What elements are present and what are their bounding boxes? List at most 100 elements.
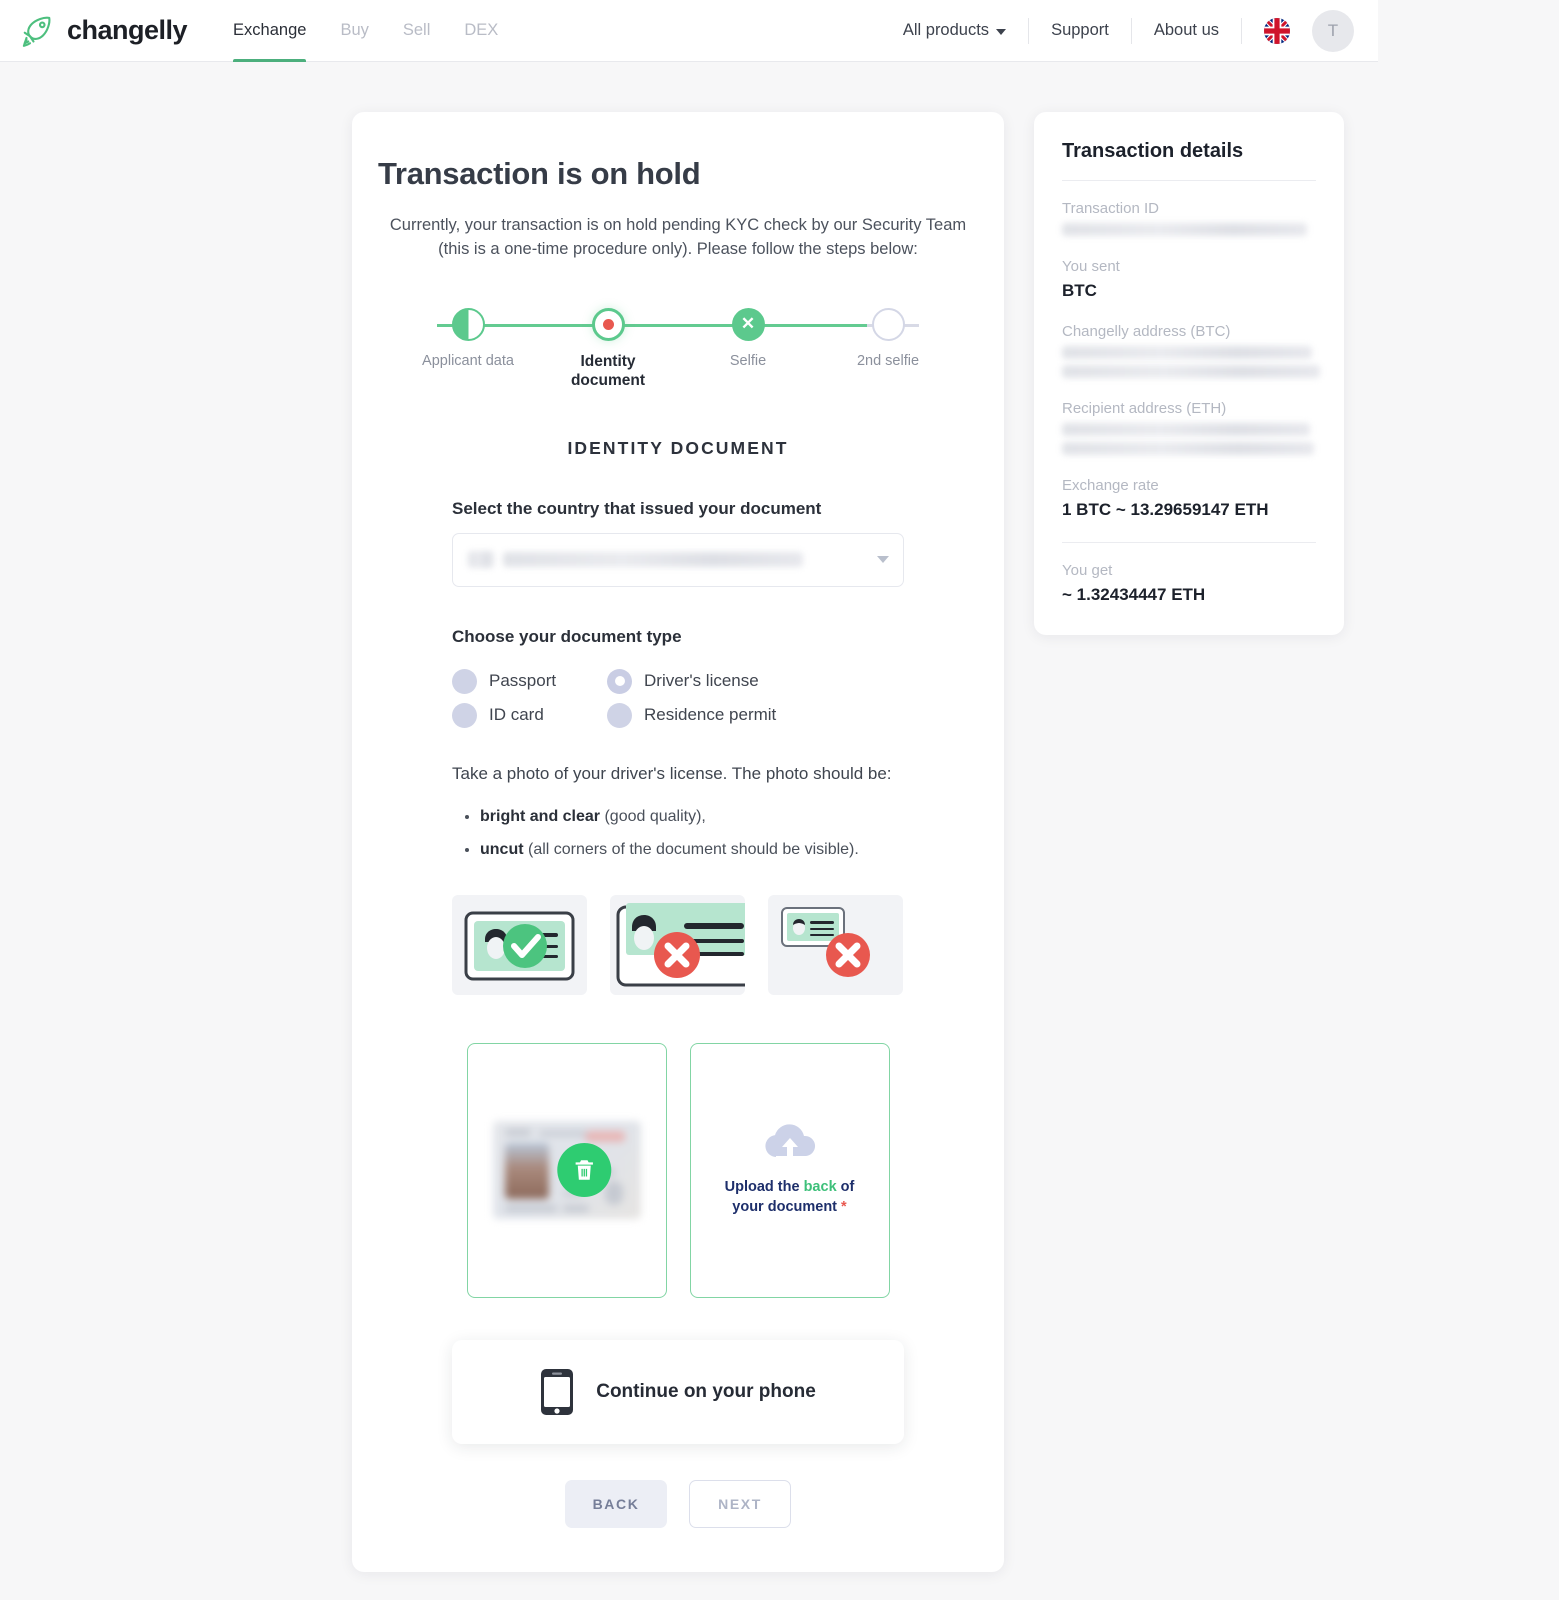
doc-type-label: Choose your document type — [452, 626, 682, 646]
radio-id-card[interactable]: ID card — [452, 702, 607, 728]
radio-label: Passport — [489, 671, 557, 691]
radio-drivers-license[interactable]: Driver's license — [607, 668, 904, 694]
divider — [1062, 180, 1316, 181]
recipient-address-block: Recipient address (ETH) — [1062, 400, 1316, 455]
step-selfie[interactable]: ✕ Selfie — [693, 307, 803, 391]
caret-down-icon — [877, 556, 889, 564]
changelly-address-block: Changelly address (BTC) — [1062, 323, 1320, 378]
support-link[interactable]: Support — [1029, 21, 1131, 40]
page-title: Transaction is on hold — [378, 156, 701, 191]
country-flag-icon — [468, 551, 494, 569]
avatar[interactable]: T — [1312, 9, 1354, 52]
country-select[interactable] — [452, 532, 904, 587]
recipient-address-label: Recipient address (ETH) — [1062, 400, 1227, 417]
you-get-value: ~ 1.32434447 ETH — [1062, 585, 1206, 604]
continue-on-phone-button[interactable]: Continue on your phone — [452, 1339, 904, 1444]
app-root: changelly Exchange Buy Sell DEX All prod… — [0, 0, 1559, 1600]
requirement-detail: (good quality), — [600, 808, 706, 826]
radio-dot-icon — [452, 668, 477, 694]
step-2nd-selfie[interactable]: 2nd selfie — [833, 307, 943, 391]
step-label: Identity document — [570, 352, 646, 390]
page-subtitle: Currently, your transaction is on hold p… — [389, 216, 967, 258]
check-icon — [503, 923, 547, 968]
step-dot-half-icon — [451, 307, 485, 341]
all-products-menu[interactable]: All products — [881, 21, 1028, 40]
radio-dot-icon — [452, 702, 477, 728]
upload-back-label: Upload the back of your document * — [707, 1177, 872, 1218]
cloud-upload-icon — [764, 1124, 815, 1157]
photo-instructions: Take a photo of your driver's license. T… — [452, 763, 892, 783]
photo-requirements-list: bright and clear (good quality), uncut (… — [480, 805, 904, 860]
radio-dot-icon — [607, 702, 632, 728]
mobile-phone-icon — [541, 1368, 574, 1415]
required-mark: * — [841, 1199, 847, 1216]
changelly-address-label: Changelly address (BTC) — [1062, 323, 1231, 340]
example-small — [768, 894, 903, 995]
about-us-link[interactable]: About us — [1132, 21, 1241, 40]
radio-residence-permit[interactable]: Residence permit — [607, 702, 904, 728]
upload-front-dropzone[interactable] — [466, 1042, 667, 1298]
list-item: uncut (all corners of the document shoul… — [480, 838, 904, 861]
kyc-card: Transaction is on hold Currently, your t… — [352, 112, 1004, 1572]
nav-item-sell[interactable]: Sell — [403, 0, 431, 62]
step-identity-document[interactable]: Identity document — [553, 307, 663, 391]
list-item: bright and clear (good quality), — [480, 805, 904, 828]
radio-label: ID card — [489, 705, 544, 725]
nav-item-dex[interactable]: DEX — [464, 0, 498, 62]
transaction-id-block: Transaction ID — [1062, 200, 1316, 236]
exchange-rate-label: Exchange rate — [1062, 477, 1159, 494]
recipient-address-value — [1062, 423, 1310, 436]
changelly-address-value-2 — [1062, 365, 1320, 378]
all-products-label: All products — [902, 21, 990, 39]
recipient-address-value-2 — [1062, 442, 1314, 455]
you-sent-value: BTC — [1062, 281, 1097, 300]
next-button[interactable]: NEXT — [689, 1479, 791, 1528]
section-heading: IDENTITY DOCUMENT — [567, 437, 789, 458]
radio-dot-selected-icon — [607, 668, 632, 694]
chevron-down-icon — [996, 28, 1007, 35]
identity-form: Select the country that issued your docu… — [352, 499, 1004, 995]
exchange-rate-block: Exchange rate 1 BTC ~ 13.29659147 ETH — [1062, 477, 1316, 520]
changelly-address-value — [1062, 346, 1312, 359]
step-label: 2nd selfie — [856, 352, 920, 369]
brand-name: changelly — [67, 15, 188, 45]
nav-item-buy[interactable]: Buy — [340, 0, 368, 62]
you-sent-block: You sent BTC — [1062, 258, 1316, 301]
radio-label: Driver's license — [644, 671, 759, 691]
form-actions: BACK NEXT — [352, 1479, 1004, 1568]
example-photos — [452, 894, 904, 995]
back-button[interactable]: BACK — [565, 1479, 667, 1528]
country-select-value — [503, 552, 803, 568]
exchange-rate-value: 1 BTC ~ 13.29659147 ETH — [1062, 500, 1269, 519]
example-cut — [610, 894, 745, 995]
you-get-block: You get ~ 1.32434447 ETH — [1062, 562, 1316, 605]
page-content: Transaction is on hold Currently, your t… — [0, 62, 1378, 1572]
upload-back-dropzone[interactable]: Upload the back of your document * — [689, 1042, 890, 1298]
requirement-detail: (all corners of the document should be v… — [523, 840, 859, 858]
brand-logo-link[interactable]: changelly — [16, 10, 188, 52]
transaction-details-title: Transaction details — [1062, 140, 1244, 162]
doc-type-radio-group: Passport Driver's license ID card Reside… — [452, 668, 904, 728]
upload-text-highlight: back — [803, 1178, 837, 1195]
uk-flag-icon[interactable] — [1264, 17, 1290, 44]
step-dot-current-icon — [591, 307, 625, 341]
delete-upload-button[interactable] — [556, 1143, 611, 1198]
example-good — [452, 894, 587, 995]
transaction-details-card: Transaction details Transaction ID You s… — [1034, 112, 1344, 635]
you-sent-label: You sent — [1062, 258, 1120, 275]
you-get-label: You get — [1062, 562, 1113, 579]
radio-label: Residence permit — [644, 705, 777, 725]
step-label: Applicant data — [422, 352, 514, 369]
upload-text-pre: Upload the — [724, 1178, 804, 1195]
nav-item-exchange[interactable]: Exchange — [233, 0, 307, 62]
close-icon: ✕ — [731, 307, 765, 341]
step-label: Selfie — [729, 352, 767, 369]
trash-icon — [575, 1160, 593, 1180]
kyc-stepper: Applicant data Identity document ✕ Selfi… — [413, 307, 943, 389]
transaction-id-value — [1062, 223, 1307, 236]
divider — [1241, 17, 1242, 44]
requirement-term: uncut — [480, 840, 524, 858]
step-dot-empty-icon — [871, 307, 905, 341]
radio-passport[interactable]: Passport — [452, 668, 607, 694]
step-applicant-data[interactable]: Applicant data — [413, 307, 523, 391]
